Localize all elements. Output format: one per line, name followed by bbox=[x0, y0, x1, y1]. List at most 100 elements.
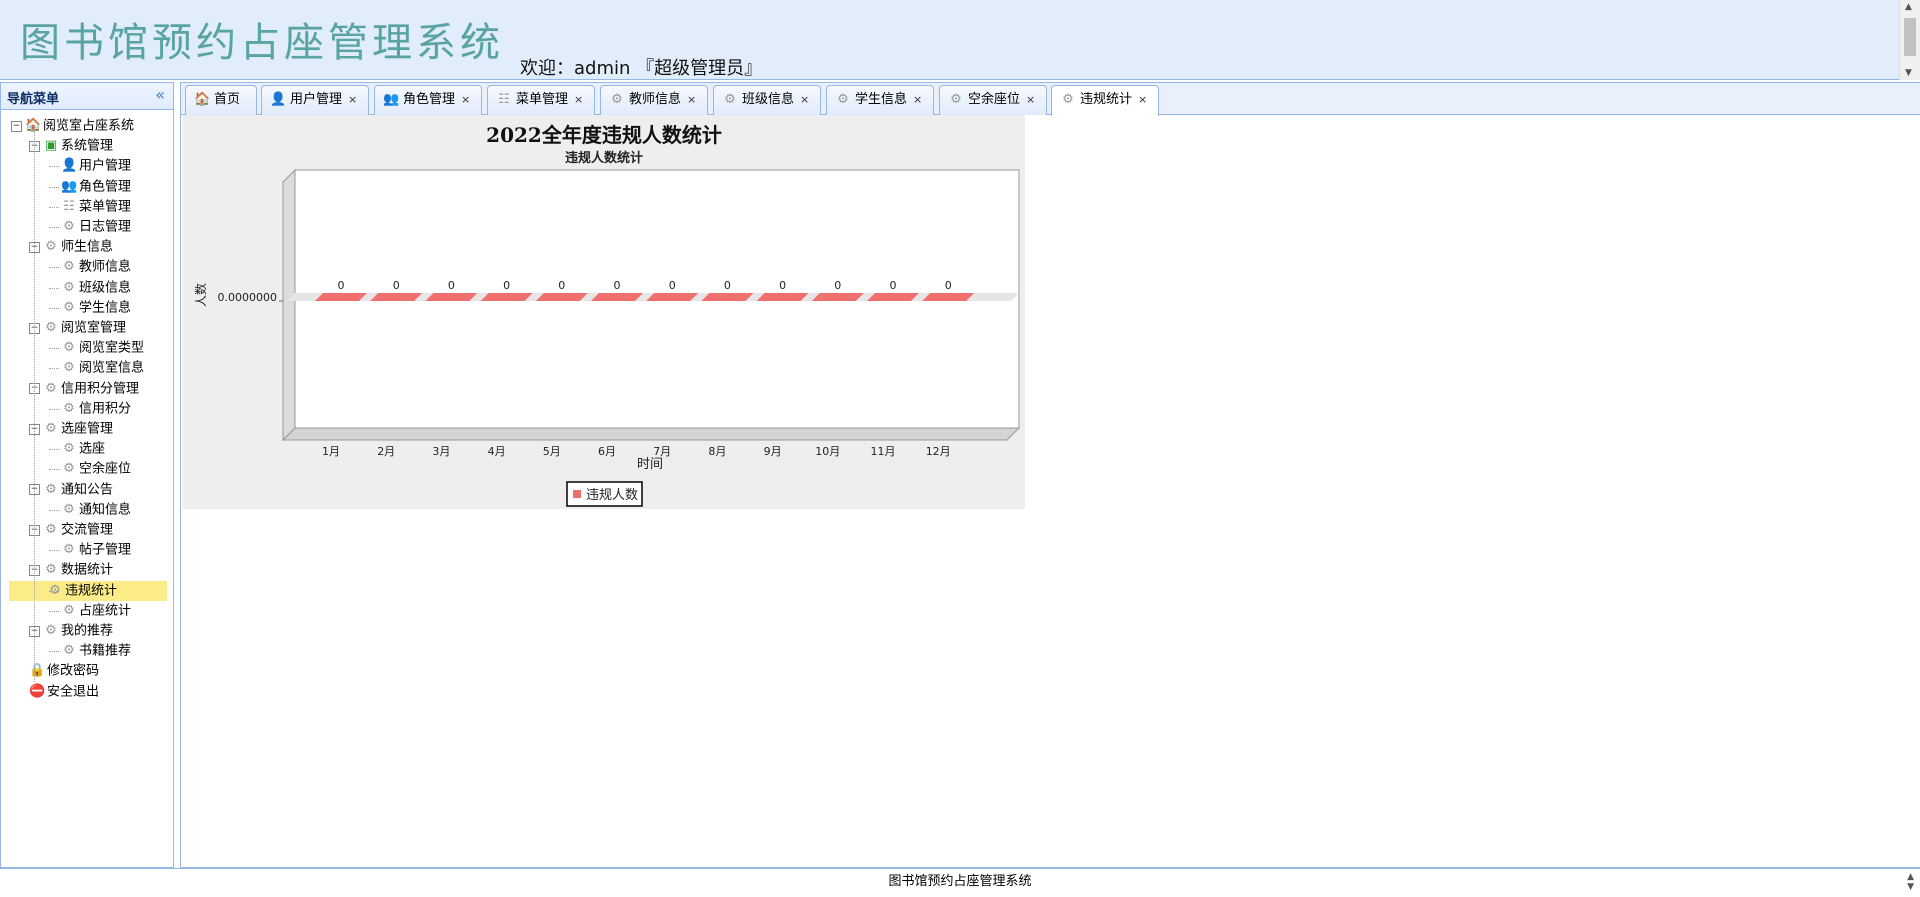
tree-collapse-icon[interactable]: − bbox=[11, 120, 22, 132]
legend-swatch bbox=[573, 490, 581, 498]
scrollbar-thumb[interactable] bbox=[1904, 18, 1916, 56]
tree-node[interactable]: ⚙ 信用积分 bbox=[61, 399, 131, 419]
tree-node-label: 学生信息 bbox=[79, 300, 132, 316]
tree-node[interactable]: ⚙ 违规统计 bbox=[9, 580, 167, 601]
bar bbox=[535, 293, 588, 301]
tab[interactable]: 👥 角色管理 × bbox=[374, 85, 482, 115]
gear-icon: ⚙ bbox=[45, 421, 57, 436]
tree-node[interactable]: ⚙ 通知信息 bbox=[61, 500, 131, 520]
tab-close-icon[interactable]: × bbox=[687, 93, 696, 106]
tree-connector bbox=[49, 509, 59, 511]
tree-node[interactable]: ⚙ 书籍推荐 bbox=[61, 641, 131, 661]
tab-close-icon[interactable]: × bbox=[1026, 93, 1035, 106]
gear-icon: ⚙ bbox=[63, 360, 75, 376]
x-tick-label: 8月 bbox=[708, 445, 726, 458]
gear-icon: ⚙ bbox=[950, 92, 962, 107]
footer-text: 图书馆预约占座管理系统 bbox=[888, 874, 1032, 889]
tab[interactable]: ⚙ 教师信息 × bbox=[600, 85, 708, 115]
bar bbox=[756, 293, 809, 301]
sidebar-title: 导航菜单 bbox=[7, 92, 60, 107]
tree-connector bbox=[49, 408, 59, 410]
gear-icon: ⚙ bbox=[724, 92, 736, 107]
tab-close-icon[interactable]: × bbox=[348, 93, 357, 106]
tree-node[interactable]: ⛔ 安全退出 bbox=[29, 682, 99, 702]
tree-node[interactable]: ⚙ 阅览室类型 bbox=[61, 338, 144, 358]
gear-icon: ⚙ bbox=[63, 400, 75, 416]
green-square-icon: ▣ bbox=[44, 138, 58, 154]
tree-node[interactable]: ⚙ 帖子管理 bbox=[61, 540, 131, 560]
tree-node[interactable]: ⚙ 日志管理 bbox=[61, 217, 131, 237]
lock-icon: 🔒 bbox=[29, 663, 46, 679]
tree-node-label: 选座管理 bbox=[61, 421, 114, 437]
gear-icon: ⚙ bbox=[1062, 92, 1074, 107]
tree-node-label: 交流管理 bbox=[61, 522, 114, 538]
gear-icon: ⚙ bbox=[45, 522, 57, 537]
tree-node[interactable]: 👤 用户管理 bbox=[61, 156, 131, 176]
tree-node[interactable]: − ⚙ 选座管理 bbox=[29, 419, 113, 439]
tree-node[interactable]: − ⚙ 信用积分管理 bbox=[29, 379, 139, 399]
plot-floor bbox=[281, 427, 1021, 441]
tree-node-label: 信用积分管理 bbox=[61, 381, 140, 397]
x-tick-label: 2月 bbox=[377, 445, 395, 458]
tab-label: 教师信息 bbox=[629, 92, 682, 107]
tab-close-icon[interactable]: × bbox=[800, 93, 809, 106]
tree-node[interactable]: − ⚙ 师生信息 bbox=[29, 237, 113, 257]
tree-node[interactable]: ⚙ 学生信息 bbox=[61, 298, 131, 318]
tree-node[interactable]: − ⚙ 数据统计 bbox=[29, 560, 113, 580]
tab-label: 角色管理 bbox=[403, 92, 456, 107]
tree-node[interactable]: − 🏠 阅览室占座系统 bbox=[11, 116, 134, 136]
tree-node[interactable]: − ⚙ 通知公告 bbox=[29, 480, 113, 500]
system-title: 图书馆预约占座管理系统 bbox=[20, 20, 504, 66]
tab[interactable]: ⚙ 空余座位 × bbox=[939, 85, 1047, 115]
footer-scroll-arrows-icon[interactable]: ▲ ▼ bbox=[1907, 872, 1914, 892]
tab[interactable]: 👤 用户管理 × bbox=[261, 85, 369, 115]
tree-node-label: 系统管理 bbox=[61, 138, 114, 154]
gear-icon: ⚙ bbox=[63, 219, 75, 234]
tree-connector bbox=[49, 267, 59, 269]
collapse-double-chevron-icon[interactable]: « bbox=[155, 85, 165, 104]
tree-node[interactable]: ⚙ 空余座位 bbox=[61, 459, 131, 479]
tree-node-label: 阅览室管理 bbox=[61, 320, 127, 336]
tree-node[interactable]: − ⚙ 我的推荐 bbox=[29, 621, 113, 641]
tree-node-label: 阅览室信息 bbox=[79, 360, 145, 376]
tab[interactable]: ⚙ 班级信息 × bbox=[713, 85, 821, 115]
x-tick-label: 12月 bbox=[926, 445, 951, 458]
page-scrollbar[interactable]: ▲ ▼ bbox=[1899, 0, 1920, 80]
tree-node[interactable]: ⚙ 班级信息 bbox=[61, 278, 131, 298]
tree-node-label: 空余座位 bbox=[79, 461, 132, 477]
tab[interactable]: ☷ 菜单管理 × bbox=[487, 85, 595, 115]
tab[interactable]: 🏠 首页 bbox=[185, 85, 257, 115]
tree-node[interactable]: ⚙ 占座统计 bbox=[61, 601, 131, 621]
tree-node[interactable]: ⚙ 教师信息 bbox=[61, 257, 131, 277]
gear-icon: ⚙ bbox=[63, 441, 75, 457]
tree-node[interactable]: − ⚙ 交流管理 bbox=[29, 520, 113, 540]
tab-close-icon[interactable]: × bbox=[1138, 93, 1147, 106]
gear-icon: ⚙ bbox=[611, 92, 623, 107]
gear-icon: ⚙ bbox=[45, 481, 57, 497]
tree-node-label: 占座统计 bbox=[79, 603, 132, 619]
x-tick-label: 3月 bbox=[432, 445, 450, 458]
tree-node[interactable]: ⚙ 选座 bbox=[61, 439, 105, 459]
tree-node-label: 违规统计 bbox=[65, 583, 118, 599]
tab-close-icon[interactable]: × bbox=[913, 93, 922, 106]
tab[interactable]: ⚙ 违规统计 × bbox=[1051, 85, 1159, 116]
tree-connector bbox=[49, 469, 59, 471]
tree-node[interactable]: 👥 角色管理 bbox=[61, 177, 131, 197]
tree-node[interactable]: − ⚙ 阅览室管理 bbox=[29, 318, 126, 338]
tree-node[interactable]: ⚙ 阅览室信息 bbox=[61, 358, 144, 378]
bar bbox=[811, 293, 864, 301]
sidebar-header: 导航菜单 « bbox=[1, 83, 173, 110]
tree-connector bbox=[49, 590, 59, 592]
tab-close-icon[interactable]: × bbox=[574, 93, 583, 106]
tab-label: 首页 bbox=[214, 92, 241, 107]
scroll-down-icon[interactable]: ▼ bbox=[1905, 68, 1912, 78]
tab[interactable]: ⚙ 学生信息 × bbox=[826, 85, 934, 115]
y-axis-label: 人数 bbox=[193, 283, 208, 307]
tab-close-icon[interactable]: × bbox=[461, 93, 470, 106]
tree-node[interactable]: ☷ 菜单管理 bbox=[61, 197, 131, 217]
tree-connector bbox=[49, 206, 59, 208]
x-tick-label: 9月 bbox=[764, 445, 782, 458]
scroll-up-icon[interactable]: ▲ bbox=[1905, 2, 1912, 12]
tree-node[interactable]: 🔒 修改密码 bbox=[29, 661, 99, 681]
tree-node[interactable]: − ▣ 系统管理 bbox=[29, 136, 113, 156]
